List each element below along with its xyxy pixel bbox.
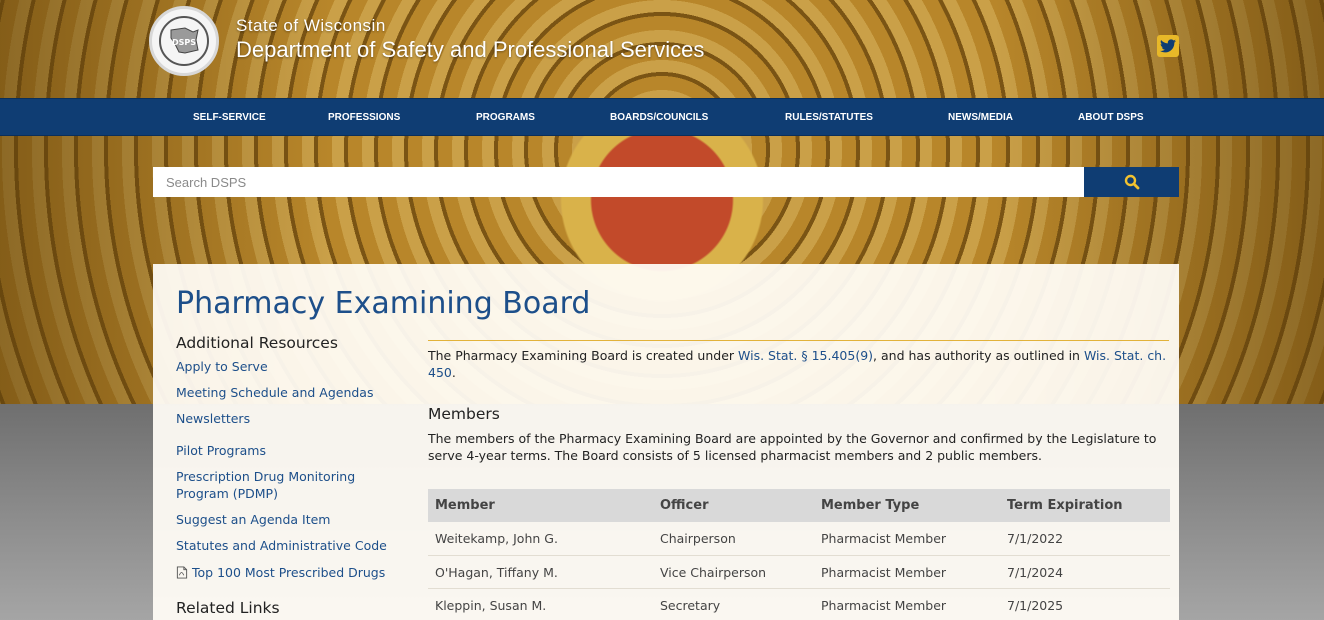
title-divider: [428, 340, 1169, 341]
link-statutes-admin-code[interactable]: Statutes and Administrative Code: [176, 537, 387, 554]
twitter-icon: [1160, 39, 1176, 53]
svg-text:DSPS: DSPS: [172, 38, 196, 47]
nav-self-service[interactable]: SELF-SERVICE: [193, 99, 266, 137]
member-term: 7/1/2024: [1007, 564, 1064, 580]
nav-programs[interactable]: PROGRAMS: [476, 99, 535, 137]
intro-text-3: .: [451, 365, 456, 380]
search-button[interactable]: [1084, 167, 1179, 197]
main-nav: SELF-SERVICE PROFESSIONS PROGRAMS BOARDS…: [0, 98, 1324, 136]
search-icon: [1124, 174, 1139, 190]
state-title[interactable]: State of Wisconsin: [236, 16, 704, 36]
column-header-term-expiration[interactable]: Term Expiration: [1007, 489, 1123, 522]
wisconsin-map-icon: DSPS: [170, 27, 199, 54]
member-name: O'Hagan, Tiffany M.: [435, 564, 558, 580]
member-name: Weitekamp, John G.: [435, 531, 558, 546]
link-meeting-schedule[interactable]: Meeting Schedule and Agendas: [176, 384, 373, 401]
intro-text-1: The Pharmacy Examining Board is created …: [428, 348, 739, 363]
table-row: Weitekamp, John G. Chairperson Pharmacis…: [428, 522, 1170, 556]
column-header-officer[interactable]: Officer: [660, 489, 708, 522]
page-title: Pharmacy Examining Board: [176, 286, 591, 321]
pdf-icon: [176, 566, 188, 579]
member-name: Kleppin, Susan M.: [435, 598, 547, 613]
member-type: Pharmacist Member: [821, 564, 947, 580]
member-term: 7/1/2025: [1007, 598, 1064, 613]
members-table: Member Officer Member Type Term Expirati…: [428, 489, 1170, 620]
link-top-100-drugs[interactable]: Top 100 Most Prescribed Drugs: [176, 564, 385, 581]
member-type: Pharmacist Member: [821, 598, 947, 613]
nav-about-dsps[interactable]: ABOUT DSPS: [1078, 99, 1144, 137]
related-links-heading: Related Links: [176, 599, 280, 617]
table-header: Member Officer Member Type Term Expirati…: [428, 489, 1170, 522]
table-row: O'Hagan, Tiffany M. Vice Chairperson Pha…: [428, 556, 1170, 589]
link-top-100-drugs-label[interactable]: Top 100 Most Prescribed Drugs: [192, 565, 385, 580]
member-officer: Vice Chairperson: [660, 564, 767, 580]
department-title[interactable]: Department of Safety and Professional Se…: [236, 37, 704, 63]
additional-resources-heading: Additional Resources: [176, 334, 338, 352]
intro-text-2: , and has authority as outlined in: [873, 348, 1084, 363]
nav-professions[interactable]: PROFESSIONS: [328, 99, 400, 137]
column-header-member-type[interactable]: Member Type: [821, 489, 919, 522]
search-input[interactable]: [153, 167, 1084, 197]
members-description: The members of the Pharmacy Examining Bo…: [428, 431, 1157, 463]
site-titles[interactable]: State of Wisconsin Department of Safety …: [236, 16, 704, 63]
link-apply-to-serve[interactable]: Apply to Serve: [176, 358, 268, 375]
link-pdmp[interactable]: Prescription Drug Monitoring Program (PD…: [176, 468, 376, 502]
nav-boards-councils[interactable]: BOARDS/COUNCILS: [610, 99, 708, 137]
table-row: Kleppin, Susan M. Secretary Pharmacist M…: [428, 589, 1170, 620]
link-pilot-programs[interactable]: Pilot Programs: [176, 442, 266, 459]
link-newsletters[interactable]: Newsletters: [176, 410, 250, 427]
intro-paragraph: The Pharmacy Examining Board is created …: [428, 347, 1170, 381]
member-term: 7/1/2022: [1007, 531, 1064, 546]
dsps-logo[interactable]: DSPS: [149, 6, 219, 76]
logo-seal: DSPS: [159, 16, 209, 66]
members-heading: Members: [428, 405, 500, 423]
twitter-link[interactable]: [1157, 35, 1179, 57]
nav-news-media[interactable]: NEWS/MEDIA: [948, 99, 1013, 137]
nav-rules-statutes[interactable]: RULES/STATUTES: [785, 99, 873, 137]
member-officer: Chairperson: [660, 531, 736, 546]
link-suggest-agenda-item[interactable]: Suggest an Agenda Item: [176, 511, 330, 528]
column-header-member[interactable]: Member: [435, 489, 495, 522]
member-type: Pharmacist Member: [821, 531, 947, 546]
link-wis-stat-15-405[interactable]: Wis. Stat. § 15.405(9): [738, 348, 873, 363]
member-officer: Secretary: [660, 598, 721, 613]
